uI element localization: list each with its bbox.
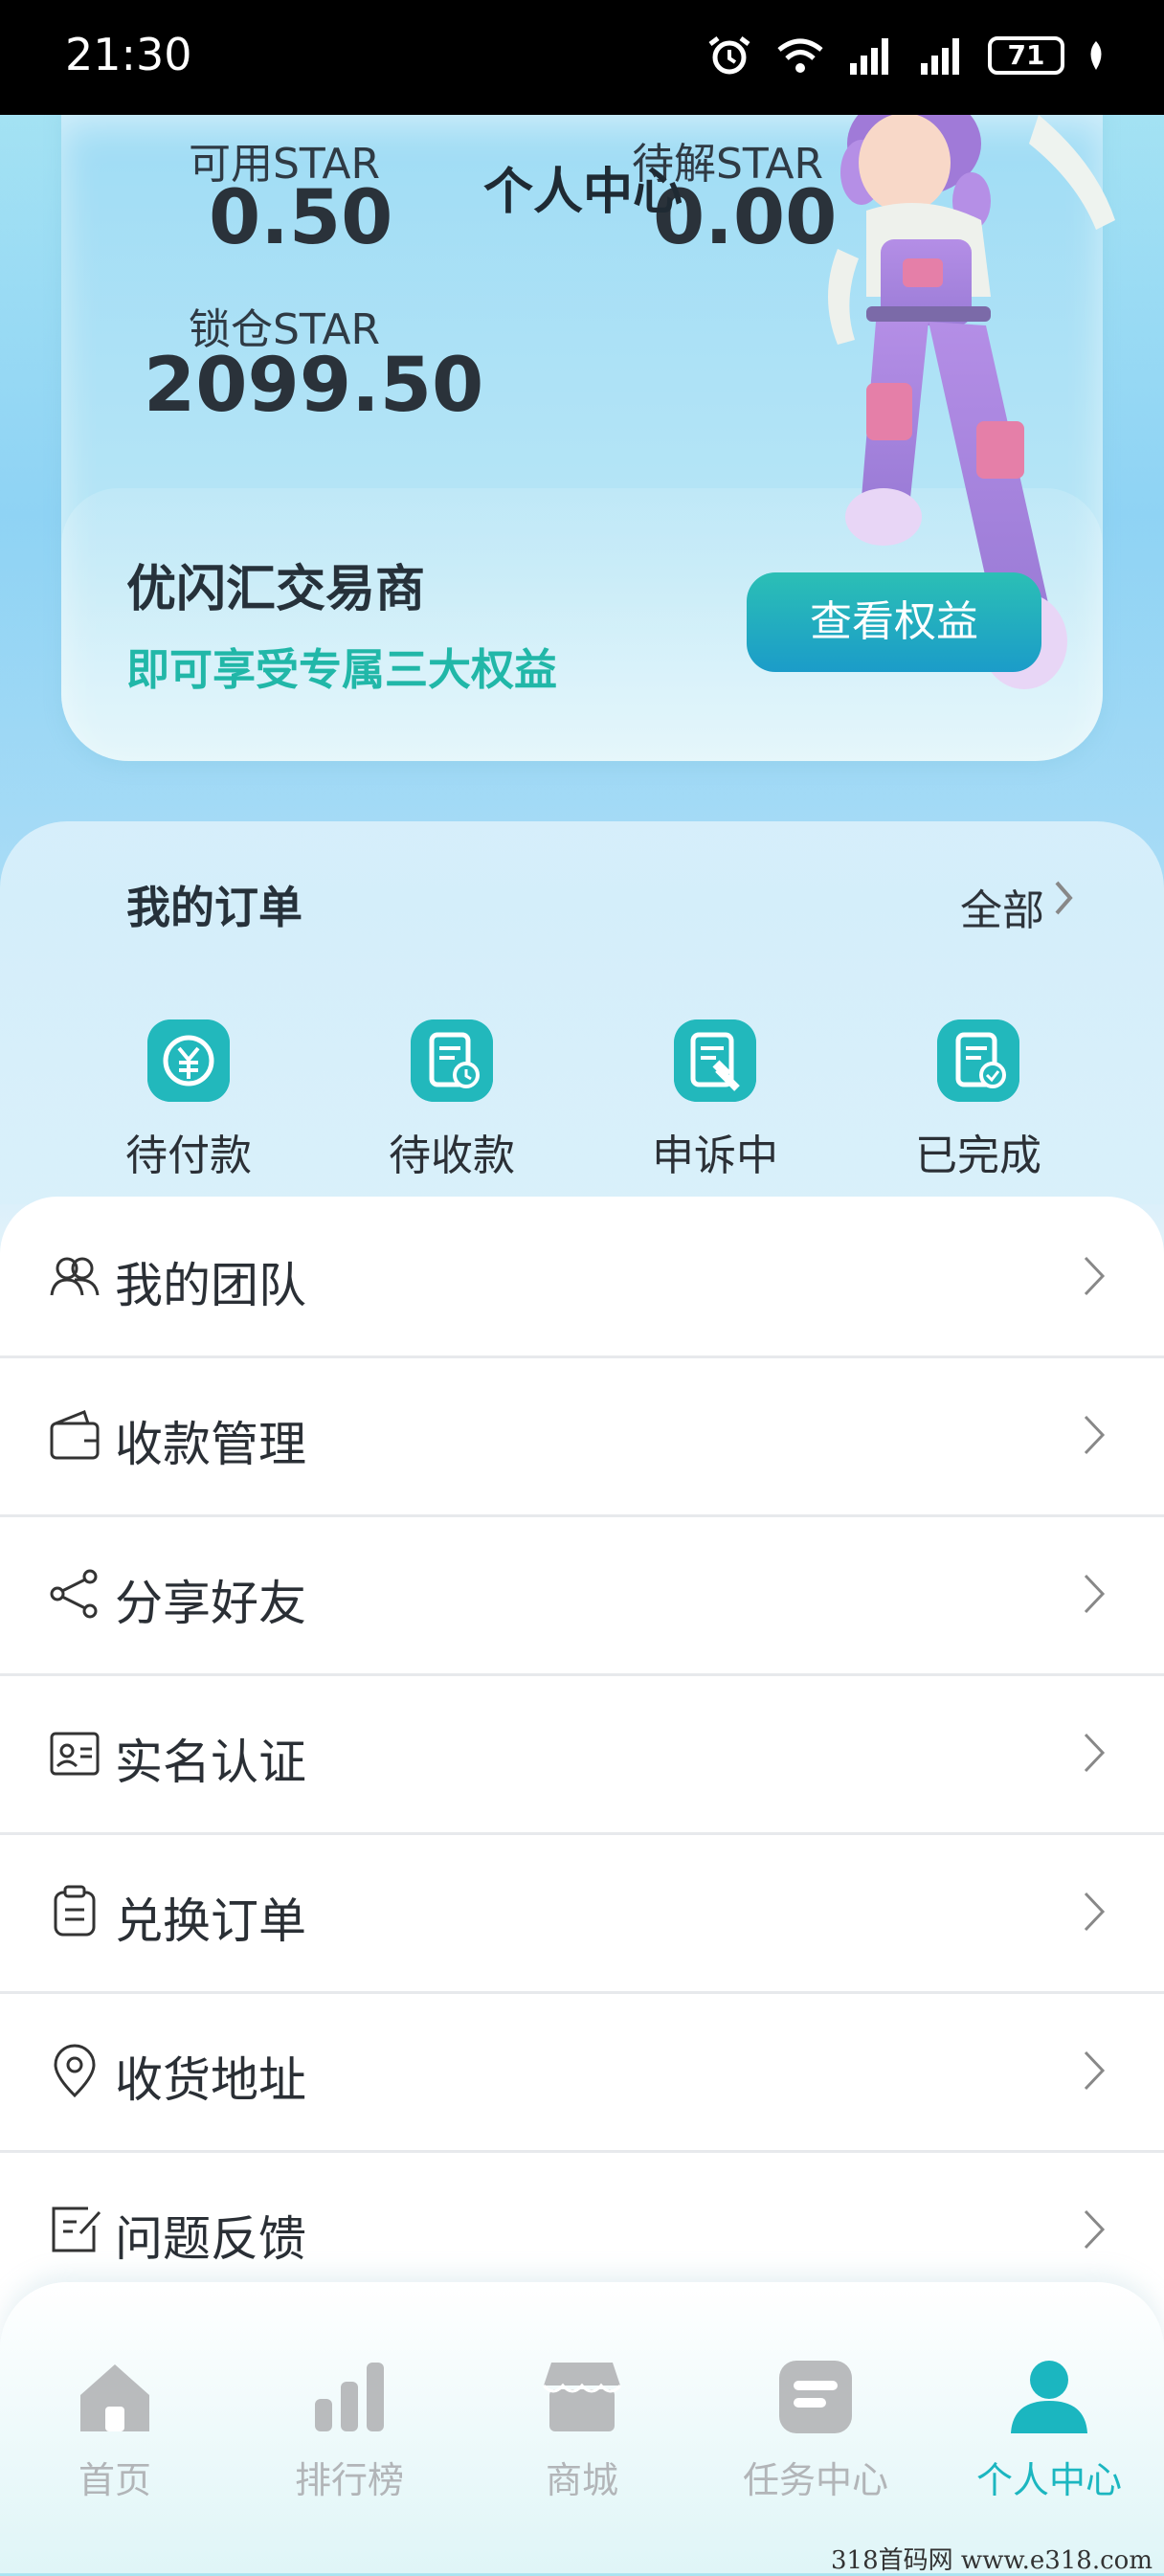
chevron-right-icon (1084, 1892, 1106, 1932)
location-icon (54, 2044, 96, 2098)
menu-item-team[interactable]: 我的团队 (0, 1197, 1164, 1358)
chevron-right-icon (1084, 2209, 1106, 2250)
menu-list: 我的团队 收款管理 分享好友 实名认证 兑换订单 收货地址 问题反馈 (0, 1197, 1164, 2345)
signal-icon-2 (921, 38, 959, 75)
nav-home[interactable]: 首页 (19, 2357, 211, 2503)
order-label: 申诉中 (652, 1131, 778, 1180)
profile-icon (1011, 2361, 1087, 2433)
wifi-icon (777, 38, 823, 73)
chevron-right-icon (1084, 1733, 1106, 1773)
id-card-icon (50, 1732, 100, 1776)
menu-item-share[interactable]: 分享好友 (0, 1514, 1164, 1676)
menu-item-payment-management[interactable]: 收款管理 (0, 1355, 1164, 1517)
order-appealing[interactable]: 申诉中 (619, 1019, 811, 1182)
chevron-right-icon (1084, 2050, 1106, 2091)
menu-label: 分享好友 (115, 1576, 306, 1631)
status-bar: 21:30 71 (0, 0, 1164, 115)
order-label: 已完成 (915, 1131, 1041, 1180)
shop-icon (542, 2363, 622, 2431)
home-icon (80, 2364, 149, 2431)
order-completed[interactable]: 已完成 (883, 1019, 1074, 1182)
menu-label: 我的团队 (115, 1258, 306, 1313)
status-time: 21:30 (65, 29, 192, 80)
nav-shop[interactable]: 商城 (486, 2357, 678, 2503)
available-star-value: 0.50 (209, 175, 393, 261)
signal-icon-1 (850, 38, 888, 75)
alarm-icon (708, 36, 750, 75)
merchant-subtitle: 即可享受专属三大权益 (126, 644, 558, 695)
share-icon (50, 1569, 98, 1619)
receive-icon (411, 1019, 493, 1102)
battery-icon: 71 (988, 36, 1064, 75)
nav-label: 首页 (78, 2459, 151, 2501)
chevron-right-icon (1084, 1574, 1106, 1614)
appeal-icon (674, 1019, 756, 1102)
order-pending-payment[interactable]: 待付款 (93, 1019, 284, 1182)
orders-title: 我的订单 (126, 882, 302, 933)
nav-label: 任务中心 (742, 2459, 888, 2501)
chevron-right-icon (1084, 1415, 1106, 1455)
orders-all-link[interactable]: 全部 (960, 876, 1044, 937)
order-pending-receipt[interactable]: 待收款 (356, 1019, 548, 1182)
feedback-icon (52, 2206, 101, 2252)
order-label: 待收款 (389, 1131, 515, 1180)
merchant-title: 优闪汇交易商 (126, 561, 426, 618)
clipboard-icon (54, 1885, 96, 1937)
nav-label: 商城 (545, 2459, 618, 2501)
chevron-right-icon[interactable] (1053, 879, 1074, 917)
task-icon (779, 2361, 852, 2433)
ranking-icon (315, 2363, 384, 2431)
nav-profile[interactable]: 个人中心 (953, 2357, 1145, 2503)
watermark: 318首码网 www.e318.com (831, 2546, 1153, 2575)
menu-item-shipping-address[interactable]: 收货地址 (0, 1991, 1164, 2153)
done-icon (937, 1019, 1019, 1102)
menu-item-exchange-orders[interactable]: 兑换订单 (0, 1832, 1164, 1994)
order-label: 待付款 (125, 1131, 252, 1180)
view-rights-button[interactable]: 查看权益 (747, 572, 1041, 672)
menu-label: 收款管理 (115, 1417, 306, 1472)
pay-icon (147, 1019, 230, 1102)
menu-label: 收货地址 (115, 2052, 306, 2108)
nav-label: 排行榜 (294, 2459, 404, 2501)
page-title: 个人中心 (483, 164, 683, 221)
team-icon (50, 1257, 100, 1296)
leaf-icon (1090, 41, 1102, 70)
menu-item-real-name[interactable]: 实名认证 (0, 1673, 1164, 1835)
chevron-right-icon (1084, 1256, 1106, 1296)
status-icons: 71 (705, 34, 1107, 77)
menu-label: 兑换订单 (115, 1893, 306, 1949)
nav-label: 个人中心 (975, 2459, 1122, 2501)
nav-task-center[interactable]: 任务中心 (720, 2357, 911, 2503)
menu-label: 问题反馈 (115, 2211, 306, 2267)
locked-star-value: 2099.50 (144, 343, 484, 429)
menu-label: 实名认证 (115, 1735, 306, 1790)
wallet-icon (50, 1410, 100, 1460)
nav-ranking[interactable]: 排行榜 (254, 2357, 445, 2503)
